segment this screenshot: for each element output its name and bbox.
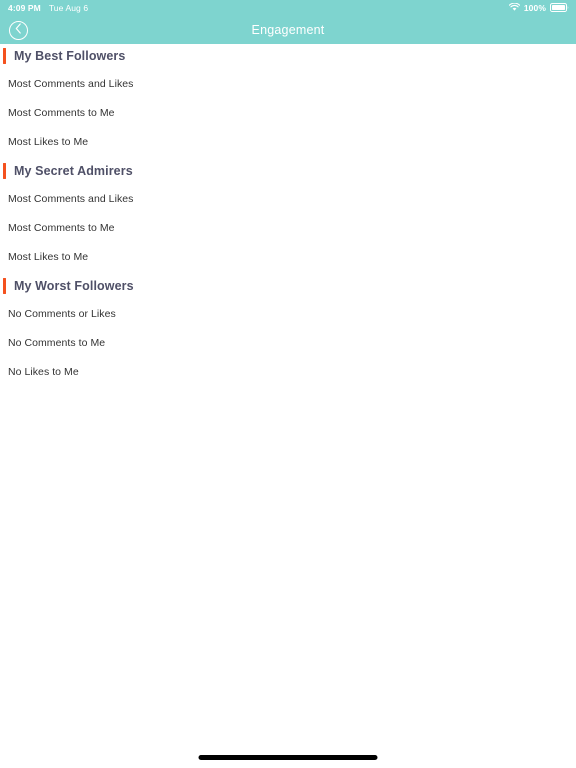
section-accent-bar bbox=[3, 278, 6, 294]
home-indicator[interactable] bbox=[198, 755, 378, 760]
page-title: Engagement bbox=[251, 22, 325, 37]
section-my-worst-followers: My Worst Followers No Comments or Likes … bbox=[0, 274, 576, 386]
section-accent-bar bbox=[3, 163, 6, 179]
list-item[interactable]: Most Likes to Me bbox=[0, 127, 576, 156]
list-item[interactable]: Most Likes to Me bbox=[0, 242, 576, 271]
section-my-secret-admirers: My Secret Admirers Most Comments and Lik… bbox=[0, 159, 576, 271]
back-button[interactable] bbox=[9, 20, 28, 40]
battery-percent-label: 100% bbox=[523, 2, 546, 13]
section-accent-bar bbox=[3, 48, 6, 64]
status-time: 4:09 PM bbox=[8, 2, 41, 13]
list-item[interactable]: Most Comments and Likes bbox=[0, 184, 576, 213]
section-title: My Best Followers bbox=[14, 49, 126, 64]
wifi-icon bbox=[508, 2, 521, 14]
list-item[interactable]: Most Comments to Me bbox=[0, 213, 576, 242]
list-item[interactable]: No Likes to Me bbox=[0, 357, 576, 386]
status-bar-left: 4:09 PM Tue Aug 6 bbox=[8, 4, 88, 13]
status-date: Tue Aug 6 bbox=[48, 2, 89, 13]
list-item[interactable]: Most Comments and Likes bbox=[0, 69, 576, 98]
list-item[interactable]: Most Comments to Me bbox=[0, 98, 576, 127]
navigation-bar: Engagement bbox=[0, 16, 576, 44]
section-header: My Secret Admirers bbox=[0, 159, 576, 184]
section-my-best-followers: My Best Followers Most Comments and Like… bbox=[0, 44, 576, 156]
section-title: My Worst Followers bbox=[14, 279, 134, 294]
list-item[interactable]: No Comments or Likes bbox=[0, 299, 576, 328]
app-screen: 4:09 PM Tue Aug 6 100% Engagement My Bes… bbox=[0, 0, 576, 768]
chevron-left-icon bbox=[15, 21, 22, 39]
engagement-list: My Best Followers Most Comments and Like… bbox=[0, 44, 576, 386]
list-item[interactable]: No Comments to Me bbox=[0, 328, 576, 357]
section-title: My Secret Admirers bbox=[14, 164, 133, 179]
status-bar-right: 100% bbox=[508, 2, 569, 14]
section-header: My Best Followers bbox=[0, 44, 576, 69]
battery-full-icon bbox=[550, 2, 569, 14]
section-header: My Worst Followers bbox=[0, 274, 576, 299]
status-bar: 4:09 PM Tue Aug 6 100% bbox=[0, 0, 576, 16]
